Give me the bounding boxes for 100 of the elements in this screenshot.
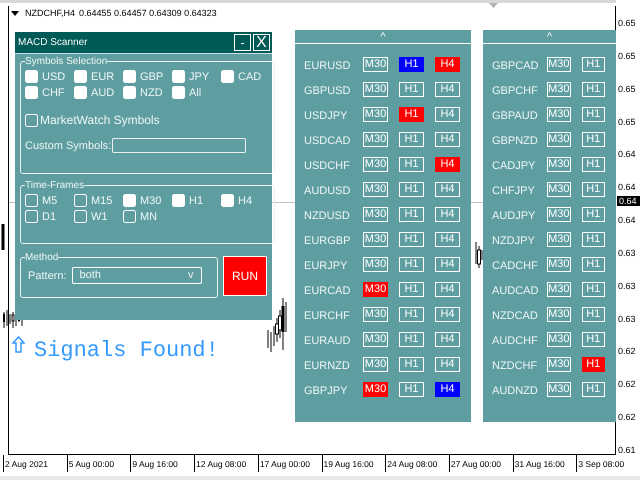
symbol-label: GBPNZD bbox=[492, 134, 539, 146]
price-label: 0.64 bbox=[618, 214, 637, 226]
symbol-label: CADJPY bbox=[492, 158, 536, 172]
timeframe-signal: H1 bbox=[399, 256, 424, 272]
timeframe-signal: H4 bbox=[435, 382, 460, 396]
timeframe-signal: M30 bbox=[547, 182, 571, 196]
date-label: 31 Aug 16:00 bbox=[512, 455, 576, 472]
timeframe-signal: H1 bbox=[582, 356, 605, 372]
checkbox-label: CHF bbox=[42, 86, 65, 98]
checkbox-label: AUD bbox=[91, 86, 114, 98]
run-button[interactable]: RUN bbox=[223, 256, 267, 296]
symbol-label: USDJPY bbox=[304, 108, 348, 122]
minimize-button[interactable]: - bbox=[234, 34, 251, 51]
timeframe-signal: M30 bbox=[547, 256, 571, 272]
checkbox[interactable] bbox=[25, 86, 38, 99]
checkbox-label: NZD bbox=[140, 86, 163, 98]
timeframe-signal: M30 bbox=[363, 82, 388, 96]
checkbox[interactable] bbox=[123, 70, 136, 83]
symbol-label: EURAUD bbox=[304, 334, 352, 346]
close-button[interactable]: X bbox=[253, 34, 270, 51]
date-label: 12 Aug 08:00 bbox=[194, 455, 258, 472]
checkbox[interactable] bbox=[123, 210, 136, 223]
timeframe-signal: M30 bbox=[363, 256, 388, 272]
date-label: 19 Aug 16:00 bbox=[322, 455, 386, 472]
pattern-dropdown[interactable]: both v bbox=[72, 267, 202, 284]
candlestick-drawing bbox=[0, 222, 6, 252]
symbol-label: CADCHF bbox=[492, 258, 539, 272]
checkbox[interactable] bbox=[74, 86, 87, 99]
timeframe-signal: H1 bbox=[582, 382, 605, 396]
checkbox-label: H4 bbox=[238, 194, 252, 206]
timeframe-signal: M30 bbox=[363, 282, 388, 296]
symbol-label: NZDCHF bbox=[492, 358, 538, 372]
symbol-label: NZDUSD bbox=[304, 208, 351, 222]
timeframe-signal: H4 bbox=[435, 56, 460, 72]
timeframe-signal: H1 bbox=[582, 56, 605, 72]
timeframe-signal: M30 bbox=[363, 306, 388, 322]
timeframe-signal: M30 bbox=[547, 282, 571, 296]
checkbox[interactable] bbox=[172, 86, 185, 99]
timeframe-signal: H4 bbox=[435, 282, 460, 296]
symbol-label: CHFJPY bbox=[492, 184, 536, 196]
date-label: 2 Aug 2021 bbox=[3, 455, 67, 472]
checkbox[interactable] bbox=[172, 194, 185, 207]
checkbox[interactable] bbox=[74, 194, 87, 207]
timeframe-signal: H1 bbox=[399, 232, 424, 246]
timeframe-signal: H4 bbox=[435, 332, 460, 346]
timeframe-signal: H4 bbox=[435, 356, 460, 372]
checkbox[interactable] bbox=[25, 210, 38, 223]
timeframe-signal: H1 bbox=[582, 156, 605, 172]
checkbox[interactable] bbox=[172, 70, 185, 83]
timeframe-signal: H1 bbox=[582, 256, 605, 272]
checkbox[interactable] bbox=[123, 86, 136, 99]
checkbox-label: H1 bbox=[189, 194, 204, 206]
checkbox[interactable] bbox=[74, 210, 87, 223]
checkbox[interactable] bbox=[221, 70, 234, 83]
date-label: 9 Aug 16:00 bbox=[130, 455, 194, 472]
checkbox-label: JPY bbox=[189, 70, 210, 82]
price-label: 0.61 bbox=[618, 444, 637, 456]
symbol-label: EURCHF bbox=[304, 308, 351, 322]
price-label: 0.63 bbox=[618, 312, 637, 325]
checkbox-label: MarketWatch Symbols bbox=[40, 113, 160, 127]
caret-down-icon[interactable] bbox=[11, 10, 19, 16]
timeframe-signal: H1 bbox=[399, 82, 424, 96]
date-label: 24 Aug 08:00 bbox=[385, 455, 449, 472]
timeframe-signal: H1 bbox=[582, 332, 605, 346]
price-label: 0.65 bbox=[618, 116, 637, 128]
price-label: 0.63 bbox=[618, 280, 637, 292]
checkbox[interactable] bbox=[221, 194, 234, 207]
input-field[interactable] bbox=[112, 138, 246, 153]
checkbox-label: W1 bbox=[91, 210, 108, 222]
checkbox-label: M30 bbox=[140, 194, 162, 206]
timeframe-signal: H1 bbox=[582, 282, 605, 296]
timeframe-signal: H1 bbox=[399, 332, 424, 346]
timeframe-signal: H1 bbox=[399, 132, 424, 146]
checkbox[interactable] bbox=[25, 194, 38, 207]
scroll-up-button[interactable]: ^ bbox=[483, 30, 616, 44]
timeframe-signal: M30 bbox=[547, 56, 571, 72]
timeframe-signal: H1 bbox=[582, 232, 605, 246]
timeframe-signal: H1 bbox=[582, 206, 605, 222]
timeframe-signal: H1 bbox=[582, 306, 605, 322]
timeframe-signal: M30 bbox=[363, 382, 388, 396]
scroll-up-button[interactable]: ^ bbox=[295, 30, 471, 44]
symbol-label: AUDCAD bbox=[492, 284, 540, 296]
field-label: Pattern: bbox=[28, 270, 67, 282]
checkbox[interactable] bbox=[74, 70, 87, 83]
symbol-label: USDCAD bbox=[304, 134, 352, 146]
timeframe-signal: M30 bbox=[547, 132, 571, 146]
price-label: 0.62 bbox=[618, 411, 637, 424]
symbol-label: USDCHF bbox=[304, 158, 351, 172]
symbol-label: GBPJPY bbox=[304, 384, 348, 396]
timeframe-signal: M30 bbox=[547, 382, 571, 396]
timeframe-signal: M30 bbox=[363, 182, 388, 196]
date-label: 3 Sep 08:00 bbox=[576, 455, 640, 472]
checkbox[interactable] bbox=[123, 194, 136, 207]
field-label: Custom Symbols: bbox=[25, 140, 112, 152]
chart-quotes: 0.64455 0.64457 0.64309 0.64323 bbox=[79, 8, 217, 18]
checkbox[interactable] bbox=[25, 114, 38, 126]
price-label: 0.65 bbox=[618, 17, 637, 29]
timeframe-signal: H4 bbox=[435, 82, 460, 96]
checkbox[interactable] bbox=[25, 70, 38, 83]
timeframe-signal: M30 bbox=[363, 106, 388, 122]
